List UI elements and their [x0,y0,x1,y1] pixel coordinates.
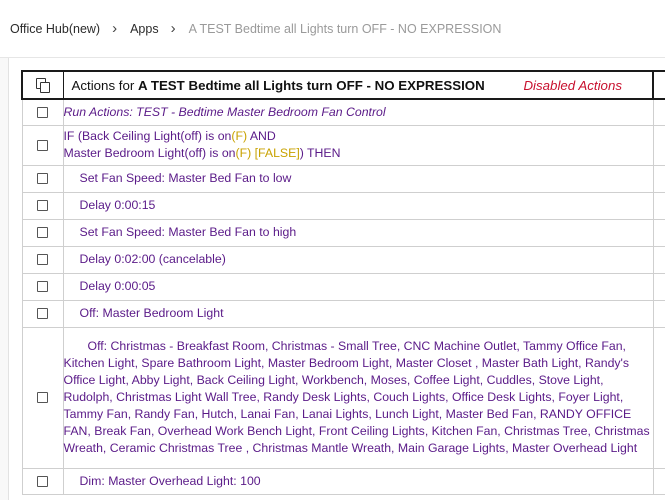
row-checkbox[interactable] [37,475,48,487]
table-row: Set Fan Speed: Master Bed Fan to high [21,218,665,247]
table-row: IF (Back Ceiling Light(off) is on(F) AND… [21,124,665,166]
chevron-right-icon: › [112,20,118,37]
row-checkbox[interactable] [37,392,48,404]
if-condition-text: IF (Back Ceiling Light(off) is on(F) AND… [62,124,654,166]
table-row: Delay 0:00:05 [21,272,665,301]
table-row: Off: Master Bedroom Light [21,299,665,328]
row-checkbox[interactable] [37,308,48,320]
breadcrumb-hub-link[interactable]: Office Hub(new) [10,22,100,36]
action-text: Set Fan Speed: Master Bed Fan to high [79,225,297,239]
if-line2-flag: (F) [FALSE] [235,146,300,160]
if-line2-then: ) THEN [299,146,341,160]
actions-table-header: Actions for A TEST Bedtime all Lights tu… [21,70,665,100]
action-text: Off: Master Bedroom Light [79,306,224,320]
if-line1: IF (Back Ceiling Light(off) is on [63,129,232,143]
action-text: Set Fan Speed: Master Bed Fan to low [79,171,292,185]
row-checkbox[interactable] [37,227,48,239]
row-checkbox[interactable] [37,200,48,212]
breadcrumb-current: A TEST Bedtime all Lights turn OFF - NO … [188,22,502,36]
off-devices-text: Off: Christmas - Breakfast Room, Christm… [63,339,650,455]
header-title-cell: Actions for A TEST Bedtime all Lights tu… [62,70,654,100]
row-checkbox[interactable] [37,173,48,185]
actions-table: Actions for A TEST Bedtime all Lights tu… [21,70,665,495]
if-line1-and: AND [247,129,276,143]
header-prefix: Actions for [71,77,139,93]
if-line1-flag: (F) [231,129,248,143]
main-content: Actions for A TEST Bedtime all Lights tu… [0,58,665,500]
header-extra-cell [652,70,665,100]
header-app-title: A TEST Bedtime all Lights turn OFF - NO … [138,77,485,93]
chevron-right-icon: › [170,20,176,37]
table-row: Off: Christmas - Breakfast Room, Christm… [21,326,665,469]
top-bar: Office Hub(new) › Apps › A TEST Bedtime … [0,0,665,58]
breadcrumb: Office Hub(new) › Apps › A TEST Bedtime … [10,19,501,39]
table-row: Delay 0:00:15 [21,191,665,220]
table-row: Dim: Master Overhead Light: 100 [21,467,665,495]
if-line2: Master Bedroom Light(off) is on [63,146,236,160]
run-actions-text: Run Actions: TEST - Bedtime Master Bedro… [62,98,654,126]
disabled-actions-link[interactable]: Disabled Actions [523,77,622,94]
action-text: Delay 0:00:05 [79,279,156,293]
row-checkbox[interactable] [37,254,48,266]
action-text: Delay 0:02:00 (cancelable) [79,252,226,266]
row-checkbox[interactable] [37,281,48,293]
table-row: Delay 0:02:00 (cancelable) [21,245,665,274]
action-text: Dim: Master Overhead Light: 100 [79,473,261,488]
copy-icon[interactable] [35,78,50,94]
table-row: Run Actions: TEST - Bedtime Master Bedro… [21,98,665,126]
action-text: Delay 0:00:15 [79,198,156,212]
row-checkbox[interactable] [37,107,48,118]
breadcrumb-apps-link[interactable]: Apps [130,22,159,36]
header-copy-cell [21,70,64,100]
row-checkbox[interactable] [37,139,48,151]
table-row: Set Fan Speed: Master Bed Fan to low [21,164,665,193]
